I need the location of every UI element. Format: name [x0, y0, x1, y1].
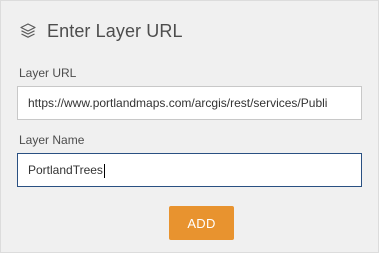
layer-url-input[interactable]: https://www.portlandmaps.com/arcgis/rest… [17, 86, 362, 120]
add-layer-panel: Enter Layer URL Layer URL https://www.po… [0, 0, 379, 253]
layer-url-value: https://www.portlandmaps.com/arcgis/rest… [28, 96, 328, 110]
panel-title: Enter Layer URL [47, 20, 183, 41]
layers-icon [19, 22, 37, 40]
layer-name-value: PortlandTrees [28, 163, 103, 177]
layer-name-label: Layer Name [19, 133, 85, 147]
text-cursor [103, 163, 105, 178]
add-button[interactable]: ADD [169, 206, 234, 240]
layer-name-input[interactable]: PortlandTrees [17, 153, 362, 187]
panel-header: Enter Layer URL [19, 19, 183, 43]
layer-url-label: Layer URL [19, 66, 77, 80]
